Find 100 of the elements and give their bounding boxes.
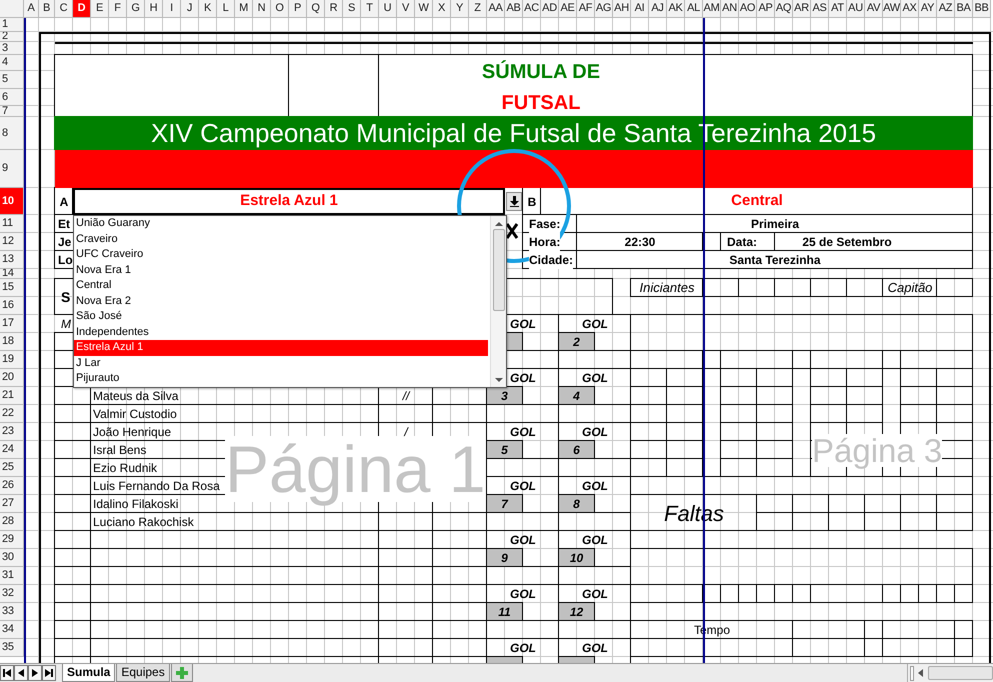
row-header[interactable]: 9 <box>0 150 24 188</box>
column-header[interactable]: AB <box>505 0 523 18</box>
scrollbar-thumb[interactable] <box>928 666 993 680</box>
column-header[interactable]: AQ <box>775 0 793 18</box>
row-header[interactable]: 16 <box>0 297 24 315</box>
row-header[interactable]: 32 <box>0 585 24 603</box>
column-header[interactable]: AU <box>847 0 865 18</box>
column-header[interactable]: AJ <box>649 0 667 18</box>
row-header[interactable]: 19 <box>0 351 24 369</box>
row-header[interactable]: 7 <box>0 106 24 117</box>
column-header[interactable]: AR <box>793 0 811 18</box>
column-header[interactable]: AG <box>595 0 613 18</box>
column-header[interactable]: Z <box>469 0 487 18</box>
row-header[interactable]: 27 <box>0 495 24 513</box>
column-header[interactable]: AW <box>883 0 901 18</box>
column-header[interactable]: AN <box>721 0 739 18</box>
dropdown-item[interactable]: J Lar <box>74 356 488 371</box>
row-header[interactable]: 23 <box>0 423 24 441</box>
column-header[interactable]: R <box>325 0 343 18</box>
column-header[interactable]: L <box>217 0 235 18</box>
dropdown-item[interactable]: Nova Era 2 <box>74 294 488 309</box>
column-header[interactable]: N <box>253 0 271 18</box>
row-header[interactable]: 12 <box>0 233 24 251</box>
sheet-tab[interactable]: Equipes <box>116 664 170 682</box>
column-header[interactable]: U <box>379 0 397 18</box>
row-header[interactable]: 13 <box>0 251 24 269</box>
row-header[interactable]: 6 <box>0 89 24 106</box>
dropdown-button[interactable] <box>506 192 522 211</box>
row-header[interactable]: 11 <box>0 215 24 233</box>
row-header[interactable]: 3 <box>0 42 24 55</box>
column-header[interactable]: AO <box>739 0 757 18</box>
team-select[interactable]: Estrela Azul 1 <box>73 188 505 215</box>
column-header[interactable]: AE <box>559 0 577 18</box>
column-header[interactable]: AP <box>757 0 775 18</box>
horizontal-scrollbar[interactable] <box>907 664 993 682</box>
first-sheet-button[interactable] <box>0 665 14 681</box>
column-header[interactable]: AC <box>523 0 541 18</box>
column-header[interactable]: AZ <box>937 0 955 18</box>
column-header[interactable]: BB <box>973 0 991 18</box>
row-header[interactable]: 1 <box>0 18 24 32</box>
column-header[interactable]: O <box>271 0 289 18</box>
column-header[interactable]: P <box>289 0 307 18</box>
column-header[interactable]: Y <box>451 0 469 18</box>
row-header[interactable]: 15 <box>0 279 24 297</box>
column-header[interactable]: A <box>24 0 39 18</box>
dropdown-item[interactable]: São José <box>74 309 488 324</box>
column-header[interactable]: AH <box>613 0 631 18</box>
scroll-down-icon[interactable] <box>494 377 502 383</box>
row-header[interactable]: 31 <box>0 567 24 585</box>
column-header[interactable]: AS <box>811 0 829 18</box>
dropdown-item[interactable]: Craveiro <box>74 232 488 247</box>
dropdown-item[interactable]: Pijurauto <box>74 371 488 386</box>
row-header[interactable]: 21 <box>0 387 24 405</box>
dropdown-item[interactable]: Independentes <box>74 324 488 340</box>
add-sheet-button[interactable] <box>170 664 193 682</box>
column-header[interactable]: AF <box>577 0 595 18</box>
column-header[interactable]: K <box>199 0 217 18</box>
previous-sheet-button[interactable] <box>14 665 28 681</box>
row-header[interactable]: 14 <box>0 269 24 279</box>
column-header[interactable]: AV <box>865 0 883 18</box>
column-header[interactable]: AK <box>667 0 685 18</box>
column-header[interactable]: Q <box>307 0 325 18</box>
column-header[interactable]: X <box>433 0 451 18</box>
row-header[interactable]: 5 <box>0 71 24 89</box>
row-header[interactable]: 20 <box>0 369 24 387</box>
column-header[interactable]: BA <box>955 0 973 18</box>
column-header[interactable]: J <box>181 0 199 18</box>
column-header[interactable]: AT <box>829 0 847 18</box>
column-header[interactable]: AY <box>919 0 937 18</box>
scroll-left-icon[interactable] <box>918 669 924 677</box>
column-header[interactable]: AX <box>901 0 919 18</box>
row-header[interactable]: 25 <box>0 459 24 477</box>
row-header[interactable]: 18 <box>0 333 24 351</box>
column-header[interactable]: E <box>91 0 109 18</box>
column-header[interactable]: H <box>145 0 163 18</box>
dropdown-item[interactable]: Estrela Azul 1 <box>74 340 488 356</box>
last-sheet-button[interactable] <box>42 665 56 681</box>
column-header[interactable]: AL <box>685 0 703 18</box>
column-header[interactable]: AA <box>487 0 505 18</box>
scrollbar-thumb[interactable] <box>492 229 504 311</box>
row-header[interactable]: 24 <box>0 441 24 459</box>
next-sheet-button[interactable] <box>28 665 42 681</box>
dropdown-item[interactable]: União Guarany <box>74 216 488 232</box>
row-header[interactable]: 17 <box>0 315 24 333</box>
row-header[interactable]: 30 <box>0 549 24 567</box>
column-header[interactable]: S <box>343 0 361 18</box>
column-header[interactable]: AI <box>631 0 649 18</box>
row-header[interactable]: 34 <box>0 621 24 639</box>
column-header[interactable]: V <box>397 0 415 18</box>
column-header[interactable]: G <box>127 0 145 18</box>
column-header[interactable]: B <box>39 0 55 18</box>
scroll-up-icon[interactable] <box>494 221 502 227</box>
row-header[interactable]: 29 <box>0 531 24 549</box>
vertical-scrollbar[interactable] <box>490 216 506 387</box>
column-header[interactable]: I <box>163 0 181 18</box>
row-header[interactable]: 8 <box>0 117 24 150</box>
row-header[interactable]: 22 <box>0 405 24 423</box>
column-header[interactable]: M <box>235 0 253 18</box>
column-header[interactable]: AD <box>541 0 559 18</box>
column-header[interactable]: D <box>73 0 91 18</box>
